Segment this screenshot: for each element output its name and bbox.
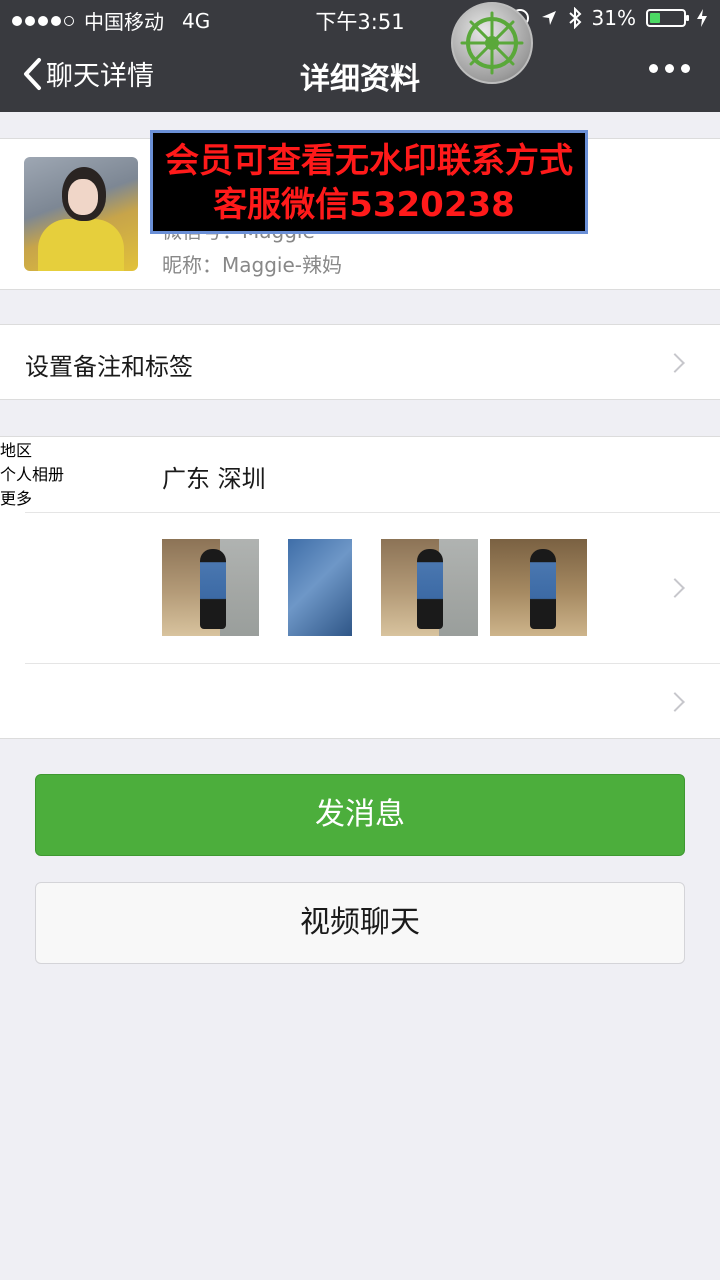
more-label: 更多 <box>0 489 33 508</box>
album-photo[interactable] <box>162 539 259 636</box>
album-photo[interactable] <box>288 539 352 636</box>
more-options-button[interactable] <box>649 64 690 73</box>
watermark-banner: 会员可查看无水印联系方式 客服微信5320238 <box>150 130 588 234</box>
region-label: 地区 <box>0 441 33 460</box>
nickname: 昵称：Maggie-辣妈 <box>162 253 342 277</box>
page-title: 详细资料 <box>300 62 420 97</box>
video-call-button[interactable]: 视频聊天 <box>35 882 685 964</box>
avatar[interactable] <box>24 157 138 271</box>
remark-label: 设置备注和标签 <box>25 353 193 381</box>
remark-and-tags-row[interactable]: 设置备注和标签 <box>0 324 720 400</box>
bluetooth-icon <box>568 7 581 29</box>
navigation-bar: 聊天详情 详细资料 <box>0 36 720 112</box>
album-label: 个人相册 <box>0 465 65 484</box>
more-row[interactable]: 更多 <box>0 485 720 712</box>
watermark-line-2: 客服微信5320238 <box>213 185 515 225</box>
top-bar: 中国移动 4G 下午3:51 31% 聊天详情 详细资料 <box>0 0 720 112</box>
chevron-right-icon <box>665 692 685 712</box>
region-row: 地区 广东 深圳 <box>0 437 720 493</box>
status-bar: 中国移动 4G 下午3:51 31% <box>0 0 720 36</box>
location-icon <box>541 11 556 25</box>
info-group: 地区 广东 深圳 个人相册 更多 <box>0 436 720 739</box>
chevron-right-icon <box>665 578 685 598</box>
album-photo[interactable] <box>381 539 478 636</box>
battery-percent: 31% <box>591 6 636 30</box>
album-row[interactable]: 个人相册 <box>0 461 720 636</box>
ship-wheel-icon[interactable] <box>451 2 533 84</box>
chevron-right-icon <box>665 353 685 373</box>
album-photo[interactable] <box>490 539 587 636</box>
divider <box>25 663 720 664</box>
divider <box>25 512 720 513</box>
region-value: 广东 深圳 <box>162 465 266 493</box>
watermark-line-1: 会员可查看无水印联系方式 <box>165 141 573 181</box>
send-message-button[interactable]: 发消息 <box>35 774 685 856</box>
charging-icon <box>697 9 707 27</box>
battery-icon <box>646 9 689 27</box>
